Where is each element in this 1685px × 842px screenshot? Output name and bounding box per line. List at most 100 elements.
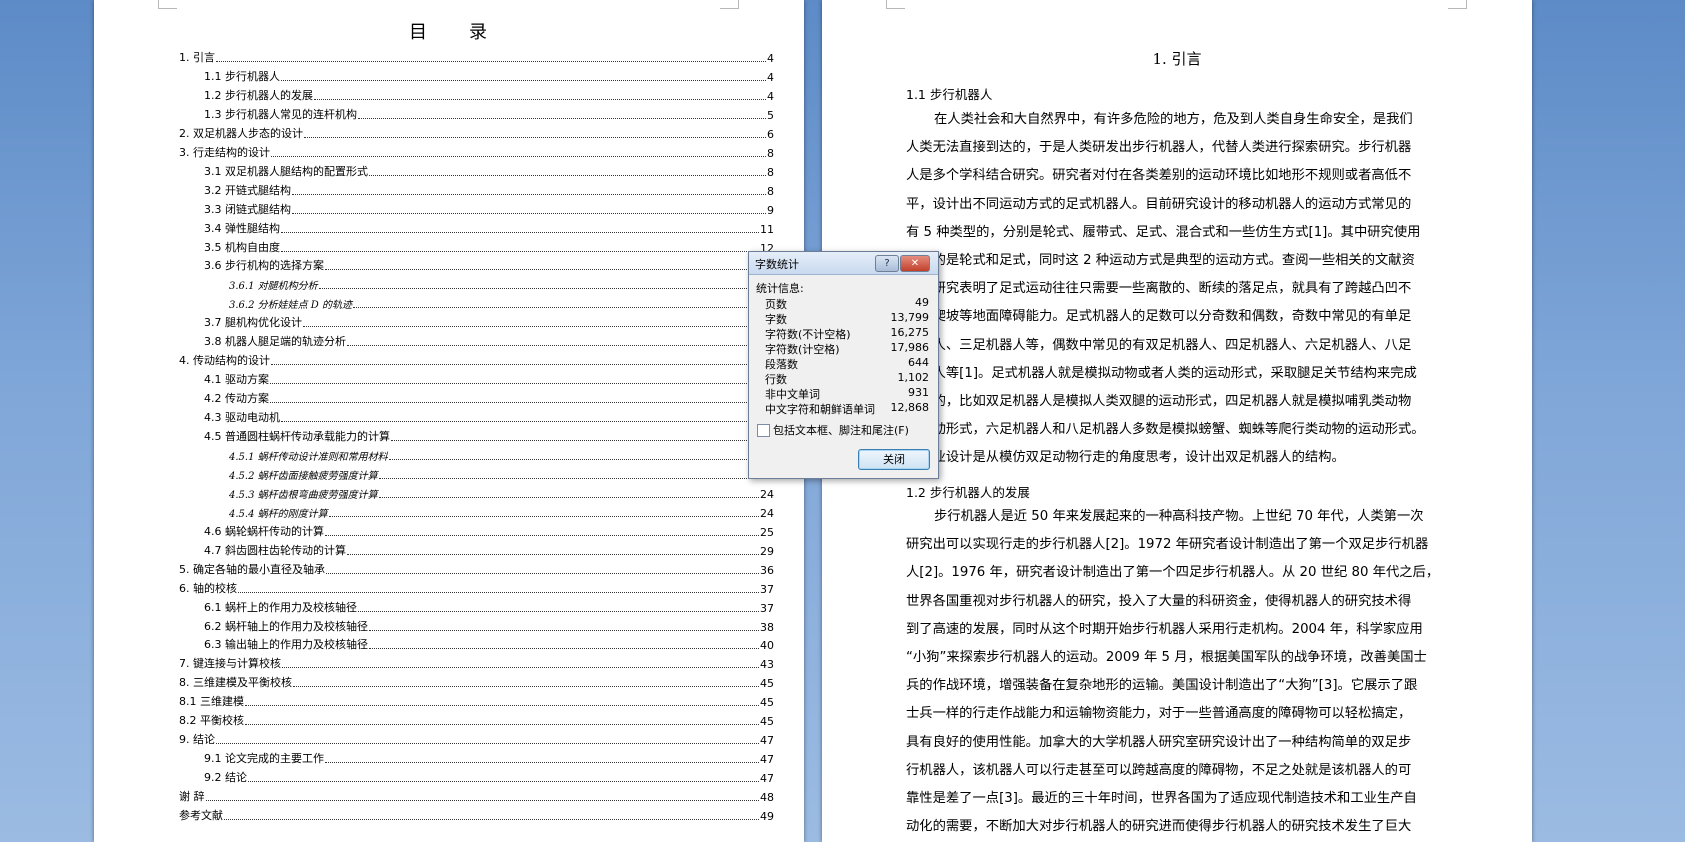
dialog-title: 字数统计 [755,258,799,271]
toc-entry[interactable]: 4.5.1 蜗杆传动设计准则和常用材料21 [229,445,774,463]
toc-entry-text: 1.1 步行机器人 [204,69,280,83]
toc-entry[interactable]: 6.1 蜗杆上的作用力及校核轴径 37 [204,597,774,615]
toc-page-number: 8 [767,165,774,179]
chapter-title: 1. 引言 [1152,50,1202,68]
toc-leader-dots [282,667,759,669]
toc-leader-dots [388,458,759,460]
close-button[interactable]: 关闭 [858,449,930,470]
stat-value: 931 [908,386,929,399]
paragraph-line: 平、爬坡等地面障碍能力。足式机器人的足数可以分奇数和偶数，奇数中常见的有单足 [906,309,1412,325]
toc-leader-dots [347,345,759,347]
toc-entry[interactable]: 4.7 斜齿圆柱齿轮传动的计算 29 [204,540,774,558]
toc-entry[interactable]: 1. 引言 4 [179,47,774,65]
toc-entry-text: 3.5 机构自由度 [204,240,280,254]
toc-entry[interactable]: 8.2 平衡校核 45 [179,710,774,728]
toc-entry[interactable]: 3.6.1 对腿机构分析13 [229,274,774,292]
include-footnotes-checkbox[interactable] [757,424,770,437]
toc-entry-text: 3.3 闭链式腿结构 [204,202,291,216]
toc-entry[interactable]: 3.7 腿机构优化设计15 [204,312,774,330]
toc-leader-dots [378,477,759,479]
toc-entry-text: 3.2 开链式腿结构 [204,183,291,197]
toc-page-number: 11 [760,222,774,236]
toc-entry[interactable]: 4.5 普通圆柱蜗杆传动承载能力的计算21 [204,426,774,444]
toc-page-number: 29 [760,544,774,558]
toc-entry[interactable]: 7. 键连接与计算校核 43 [179,653,774,671]
toc-leader-dots [271,155,766,157]
toc-entry[interactable]: 3.4 弹性腿结构 11 [204,218,774,236]
toc-entry-text: 4.5 普通圆柱蜗杆传动承载能力的计算 [204,430,390,443]
toc-entry-text: 6. 轴的校核 [179,581,237,595]
toc-page-number: 47 [760,734,774,748]
toc-entry[interactable]: 3.1 双足机器人腿结构的配置形式 8 [204,161,774,179]
toc-entry[interactable]: 参考文献 49 [179,805,774,823]
stat-row: 行数 1,102 [765,371,929,386]
toc-entry[interactable]: 9. 结论 47 [179,729,774,747]
toc-leader-dots [325,534,759,536]
toc-entry[interactable]: 4.6 蜗轮蜗杆传动的计算 25 [204,521,774,539]
toc-entry[interactable]: 4.5.2 蜗杆齿面接触疲劳强度计算22 [229,464,774,482]
toc-entry[interactable]: 1.3 步行机器人常见的连杆机构 5 [204,104,774,122]
toc-entry[interactable]: 6.2 蜗杆轴上的作用力及校核轴径 38 [204,616,774,634]
toc-leader-dots [281,231,759,233]
toc-entry-text: 9.2 结论 [204,771,247,785]
paragraph-line: 本毕业设计是从模仿双足动物行走的角度思考，设计出双足机器人的结构。 [906,450,1345,466]
toc-leader-dots [270,383,759,385]
toc-entry[interactable]: 1.2 步行机器人的发展 4 [204,85,774,103]
paragraph-line: 机器人等[1]。足式机器人就是模拟动物或者人类的运动形式，采取腿足关节结构来完成 [906,365,1417,381]
toc-entry[interactable]: 9.1 论文完成的主要工作 47 [204,748,774,766]
toc-entry[interactable]: 6.3 输出轴上的作用力及校核轴径 40 [204,634,774,652]
toc-leader-dots [325,269,759,271]
toc-entry[interactable]: 6. 轴的校核 37 [179,578,774,596]
toc-entry[interactable]: 4. 传动结构的设计18 [179,350,774,368]
paragraph-line: 步行机器人是近 50 年来发展起来的一种高科技产物。上世纪 70 年代，人类第一… [934,509,1424,524]
toc-page-number: 45 [760,696,774,710]
stat-name: 段落数 [765,358,798,371]
paragraph-line: 研究出可以实现行走的步行机器人[2]。1972 年研究者设计制造出了第一个双足步… [906,537,1429,553]
toc-page-number: 4 [767,52,774,65]
toc-entry-text: 3.8 机器人腿足端的轨迹分析 [204,335,346,349]
toc-entry[interactable]: 谢 辞 48 [179,786,774,804]
toc-entry-text: 9.1 论文完成的主要工作 [204,752,324,766]
toc-entry[interactable]: 2. 双足机器人步态的设计 6 [179,123,774,141]
toc-entry[interactable]: 4.3 驱动电动机19 [204,407,774,425]
help-button[interactable]: ? [875,255,899,272]
toc-leader-dots [248,781,759,783]
toc-entry[interactable]: 9.2 结论 47 [204,767,774,785]
dialog-titlebar[interactable]: 字数统计 ? ✕ [749,252,938,275]
toc-entry[interactable]: 5. 确定各轴的最小直径及轴承 36 [179,559,774,577]
toc-leader-dots [391,440,759,441]
toc-entry[interactable]: 8.1 三维建模 45 [179,691,774,709]
toc-entry[interactable]: 4.5.3 蜗杆齿根弯曲疲劳强度计算 24 [229,483,774,501]
toc-entry[interactable]: 8. 三维建模及平衡校核 45 [179,672,774,690]
toc-entry-text: 4.5.3 蜗杆齿根弯曲疲劳强度计算 [229,489,378,501]
toc-entry[interactable]: 3.3 闭链式腿结构 9 [204,199,774,217]
toc-leader-dots [271,364,759,366]
close-icon[interactable]: ✕ [900,255,930,272]
toc-entry-text: 6.2 蜗杆轴上的作用力及校核轴径 [204,619,368,633]
toc-entry[interactable]: 3. 行走结构的设计 8 [179,142,774,160]
toc-page-number: 40 [760,639,774,653]
stats-label: 统计信息: [756,282,804,295]
stat-row: 字数 13,799 [765,311,929,326]
include-footnotes-label[interactable]: 包括文本框、脚注和尾注(F) [773,422,909,438]
toc-leader-dots [292,193,766,195]
toc-entry[interactable]: 3.6.2 分析娃娃点 D 的轨迹14 [229,293,774,311]
paragraph-line: 运动的，比如双足机器人是模拟人类双腿的运动形式，四足机器人就是模拟哺乳类动物 [906,394,1412,409]
toc-entry[interactable]: 3.2 开链式腿结构 8 [204,180,774,198]
toc-entry[interactable]: 4.5.4 蜗杆的刚度计算 24 [229,502,774,520]
toc-page-number: 5 [767,108,774,122]
toc-entry[interactable]: 4.2 传动方案18 [204,388,774,406]
toc-leader-dots [318,288,759,290]
toc-entry-text: 3.6 步行机构的选择方案 [204,259,324,273]
stat-row: 非中文单词 931 [765,386,929,401]
paragraph-line: 动化的需要，不断加大对步行机器人的研究进而使得步行机器人的研究技术发生了巨大 [906,819,1412,835]
toc-entry-text: 谢 辞 [179,790,205,804]
toc-entry[interactable]: 3.8 机器人腿足端的轨迹分析16 [204,331,774,349]
paragraph-line: 士兵一样的行走作战能力和运输物资能力，对于一些普通高度的障碍物可以轻松搞定， [906,706,1412,722]
toc-entry-text: 6.3 输出轴上的作用力及校核轴径 [204,638,368,652]
toc-title-char: 录 [469,22,489,43]
toc-entry[interactable]: 1.1 步行机器人 4 [204,66,774,84]
toc-entry[interactable]: 4.1 驱动方案18 [204,369,774,387]
toc-entry[interactable]: 3.5 机构自由度 12 [204,237,774,255]
toc-entry[interactable]: 3.6 步行机构的选择方案12 [204,255,774,273]
